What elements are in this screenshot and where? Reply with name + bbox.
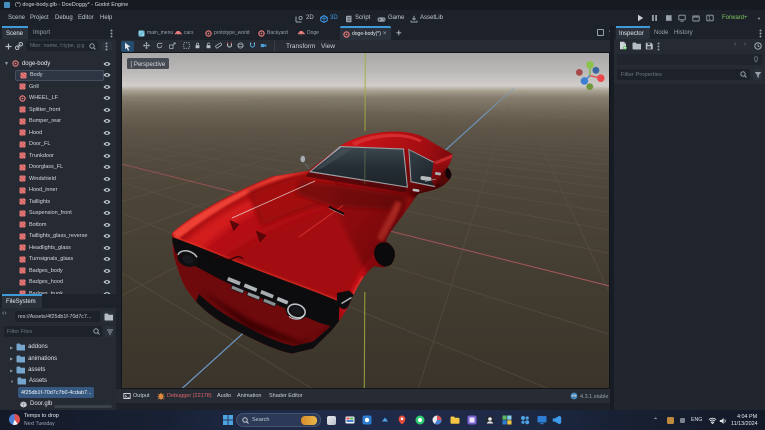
- svg-text:1: 1: [708, 16, 711, 22]
- svg-text:[ Perspective: [ Perspective: [131, 62, 166, 68]
